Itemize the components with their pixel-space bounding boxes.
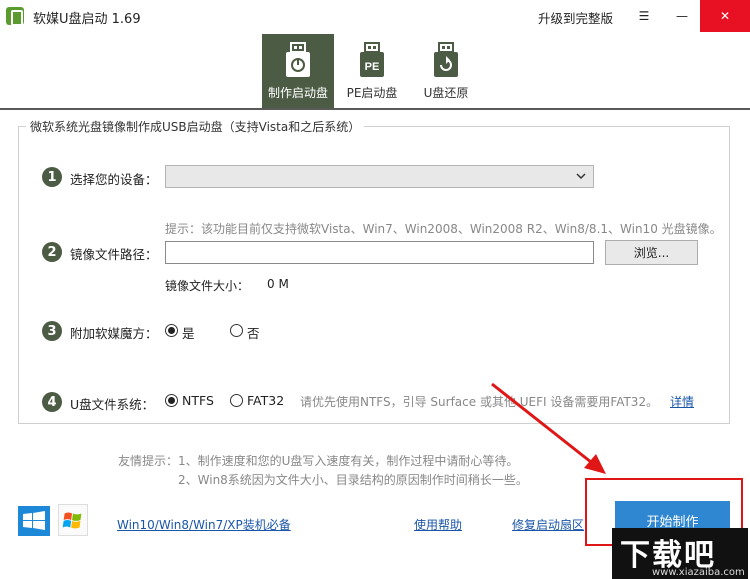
watermark: 下载吧 www.xiazaiba.com [612, 528, 748, 579]
repair-boot-sector-link[interactable]: 修复启动扇区 [512, 516, 584, 533]
tab-usb-restore[interactable]: U盘还原 [410, 34, 482, 108]
device-label: 选择您的设备： [70, 172, 158, 187]
tab-pe-boot-disk[interactable]: PE PE启动盘 [336, 34, 408, 108]
device-select[interactable] [165, 165, 594, 188]
title-bar: 软媒U盘启动 1.69 升级到完整版 ☰ — ✕ [0, 0, 750, 32]
help-link[interactable]: 使用帮助 [414, 516, 462, 533]
watermark-url: www.xiazaiba.com [652, 567, 745, 578]
magic-yes-radio[interactable] [165, 324, 178, 337]
details-link[interactable]: 详情 [670, 393, 694, 410]
usb-pe-icon: PE [360, 42, 384, 77]
close-icon[interactable]: ✕ [700, 0, 750, 32]
image-size-value: 0 M [267, 277, 289, 291]
magic-no-label[interactable]: 否 [247, 323, 260, 342]
magic-label: 附加软媒魔方： [70, 326, 158, 341]
tab-label: PE启动盘 [346, 86, 398, 100]
browse-button[interactable]: 浏览... [605, 240, 698, 265]
step-number-3: 3 [42, 321, 62, 341]
step-number-1: 1 [42, 167, 62, 187]
magic-no-radio[interactable] [230, 324, 243, 337]
tab-label: U盘还原 [423, 86, 469, 100]
annotation-arrow-icon [491, 382, 606, 474]
pe-icon-text: PE [365, 61, 380, 73]
tab-make-boot-disk[interactable]: 制作启动盘 [262, 34, 334, 108]
usb-power-icon [286, 42, 310, 77]
tab-label: 制作启动盘 [267, 86, 328, 100]
ntfs-radio[interactable] [165, 394, 178, 407]
windows-7-logo-icon [58, 504, 88, 536]
step-number-4: 4 [42, 392, 62, 412]
fat32-radio[interactable] [230, 394, 243, 407]
app-logo-icon [6, 7, 24, 26]
group-legend: 微软系统光盘镜像制作成USB启动盘（支持Vista和之后系统） [26, 118, 365, 135]
menu-icon[interactable]: ☰ [628, 0, 660, 32]
minimize-icon[interactable]: — [666, 0, 698, 32]
filesystem-label: U盘文件系统： [70, 397, 155, 412]
app-title: 软媒U盘启动 1.69 [33, 12, 141, 27]
image-size-label: 镜像文件大小： [165, 279, 250, 293]
install-essentials-link[interactable]: Win10/Win8/Win7/XP装机必备 [117, 516, 291, 533]
step-number-2: 2 [42, 242, 62, 262]
upgrade-link[interactable]: 升级到完整版 [538, 8, 613, 27]
windows-10-logo-icon [18, 506, 50, 536]
image-path-label: 镜像文件路径： [70, 247, 158, 262]
usb-restore-icon [434, 42, 458, 77]
ntfs-label[interactable]: NTFS [182, 393, 214, 408]
image-path-input[interactable] [165, 241, 594, 264]
chevron-down-icon [576, 173, 586, 180]
tip-line-1: 友情提示：1、制作速度和您的U盘写入速度有关，制作过程中请耐心等待。 [118, 454, 519, 468]
tip-line-2: 2、Win8系统因为文件大小、目录结构的原因制作时间稍长一些。 [178, 473, 528, 487]
tab-bar: 制作启动盘 PE PE启动盘 U盘还原 [0, 32, 750, 110]
fat32-label[interactable]: FAT32 [247, 393, 284, 408]
image-hint: 提示：该功能目前仅支持微软Vista、Win7、Win2008、Win2008 … [165, 222, 722, 236]
magic-yes-label[interactable]: 是 [182, 323, 195, 342]
